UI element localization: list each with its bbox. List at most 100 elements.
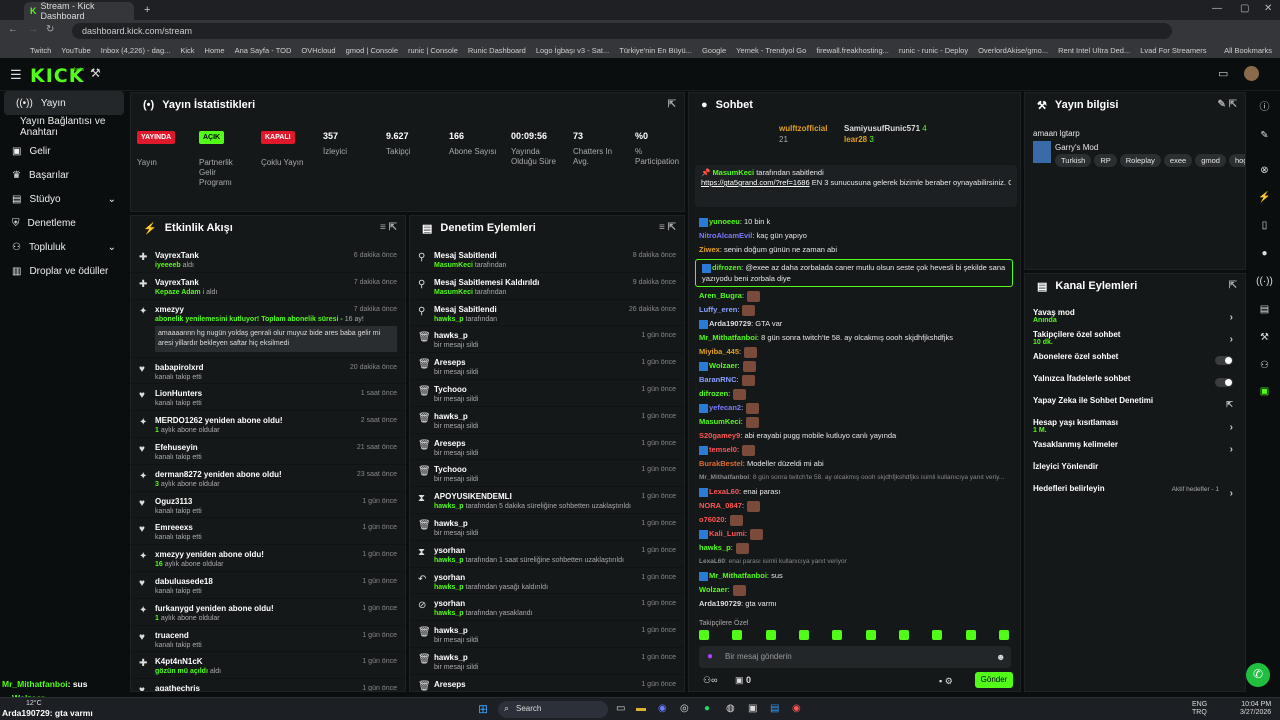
chat-username[interactable]: BaranRNC bbox=[699, 375, 737, 384]
moderation-item[interactable]: 🗑 hawks_p bir mesajı sildi 1 gün önce bbox=[410, 621, 684, 648]
bookmark[interactable]: Lvad For Streamers bbox=[1140, 46, 1206, 55]
chat-message[interactable]: o76020: bbox=[689, 513, 1019, 527]
app-icon[interactable]: ▣ bbox=[748, 703, 757, 714]
sidebar-item-community[interactable]: ⚇ Topluluk ⌄ bbox=[0, 235, 128, 259]
emote[interactable] bbox=[932, 630, 943, 640]
chat-username[interactable]: Mr_Mithatfanboi bbox=[709, 571, 767, 580]
chat-message[interactable]: BurakBestel: Modeller düzeldi mi abi bbox=[689, 457, 1019, 471]
bookmark[interactable]: gmod | Console bbox=[346, 46, 398, 55]
activity-item[interactable]: ♥ truacend kanalı takip etti 1 gün önce bbox=[131, 626, 405, 653]
activity-item[interactable]: ♥ dabuluasede18 kanalı takip etti 1 gün önc… bbox=[131, 572, 405, 599]
bookmark[interactable]: Home bbox=[205, 46, 225, 55]
all-bookmarks[interactable]: All Bookmarks bbox=[1224, 46, 1280, 55]
bookmark[interactable]: YouTube bbox=[61, 46, 90, 55]
chat-username[interactable]: Luffy_eren bbox=[699, 305, 737, 314]
popout-icon[interactable]: ⇱ bbox=[668, 99, 676, 110]
moderation-item[interactable]: 🗑 hawks_p bir mesajı sildi 1 gün önce bbox=[410, 514, 684, 541]
channel-action[interactable]: Yasaklanmış kelimeler › bbox=[1025, 440, 1245, 462]
bookmark[interactable]: Logo İgbaşı v3 - Sat... bbox=[536, 46, 609, 55]
tag[interactable]: exee bbox=[1163, 154, 1193, 167]
sidebar-item-moderation[interactable]: ⛨ Denetleme bbox=[0, 211, 128, 235]
bolt-icon[interactable]: ⚡ bbox=[1249, 192, 1280, 203]
chat-username[interactable]: yefecan2 bbox=[709, 403, 741, 412]
chat-message[interactable]: Miyiba_445: bbox=[689, 345, 1019, 359]
chat-message[interactable]: Aren_Bugra: bbox=[689, 289, 1019, 303]
users-icon[interactable]: ⚇∞ bbox=[703, 675, 717, 686]
chat-username[interactable]: Ziwex bbox=[699, 245, 720, 254]
bookmark[interactable]: Runic Dashboard bbox=[468, 46, 526, 55]
emote[interactable] bbox=[998, 630, 1009, 640]
minimize-icon[interactable]: — bbox=[1212, 3, 1222, 14]
chat-username[interactable]: BurakBestel bbox=[699, 459, 743, 468]
sidebar-item-stream[interactable]: ((•)) Yayın bbox=[4, 91, 124, 115]
chat-username[interactable]: o76020 bbox=[699, 515, 724, 524]
taskbar-search[interactable]: Search bbox=[498, 701, 608, 718]
chat-username[interactable]: NORA_0847 bbox=[699, 501, 742, 510]
wrench-icon[interactable]: ⚒ bbox=[1249, 332, 1280, 343]
chat-username[interactable]: NitroAlcamEvil bbox=[699, 231, 752, 240]
moderation-item[interactable]: ⚲ Mesaj Sabitlemesi Kaldırıldı MasumKeci t… bbox=[410, 273, 684, 300]
sidebar-item-drops[interactable]: ▥ Droplar ve ödüller bbox=[0, 259, 128, 283]
emote[interactable] bbox=[699, 630, 709, 640]
toggle-switch[interactable] bbox=[1215, 356, 1233, 365]
chat-message[interactable]: LexaL60: enai parası bbox=[689, 485, 1019, 499]
chrome-icon[interactable]: ◍ bbox=[726, 703, 735, 714]
url-input[interactable]: dashboard.kick.com/stream bbox=[72, 23, 1172, 39]
menu-icon[interactable]: ☰ bbox=[10, 67, 22, 83]
back-icon[interactable]: ← bbox=[8, 24, 18, 35]
moderation-item[interactable]: 🗑 Areseps 1 gün önce bbox=[410, 675, 684, 691]
emote[interactable] bbox=[965, 630, 976, 640]
bookmark[interactable]: Rent Intel Ultra Ded... bbox=[1058, 46, 1130, 55]
pencil-icon[interactable]: ✎ bbox=[1249, 130, 1280, 141]
forward-icon[interactable]: → bbox=[28, 24, 38, 35]
chat-username[interactable]: Kali_Lumi bbox=[709, 529, 745, 538]
chat-message[interactable]: MasumKeci: bbox=[689, 415, 1019, 429]
moderation-item[interactable]: 🗑 Areseps bir mesajı sildi 1 gün önce bbox=[410, 434, 684, 461]
activity-item[interactable]: ♥ Oguz3113 kanalı takip etti 1 gün önce bbox=[131, 492, 405, 519]
broadcast-icon[interactable]: ((·)) bbox=[1249, 276, 1280, 287]
spotify-icon[interactable]: ● bbox=[704, 703, 710, 714]
chat-username[interactable]: difrozen bbox=[712, 263, 741, 272]
new-tab-button[interactable]: + bbox=[144, 4, 150, 16]
steam-icon[interactable]: ◎ bbox=[680, 703, 689, 714]
edit-icon[interactable]: ✎ ⇱ bbox=[1217, 99, 1237, 110]
tag[interactable]: RP bbox=[1094, 154, 1117, 167]
avatar[interactable] bbox=[1244, 66, 1259, 81]
task-view-icon[interactable]: ▭ bbox=[616, 703, 625, 714]
leader-name[interactable]: SamiyusufRunic571 bbox=[844, 124, 920, 133]
leader-name[interactable]: lear28 bbox=[844, 135, 867, 144]
emote[interactable] bbox=[832, 630, 843, 640]
bookmark[interactable]: Yemek - Trendyol Go bbox=[736, 46, 806, 55]
doc-icon[interactable]: ▯ bbox=[1249, 220, 1280, 231]
send-button[interactable]: Gönder bbox=[975, 672, 1013, 688]
emoji-icon[interactable]: ☻ bbox=[996, 652, 1005, 662]
channel-action[interactable]: Yalnızca İfadelerle sohbet bbox=[1025, 374, 1245, 396]
chat-username[interactable]: Miyiba_445 bbox=[699, 347, 739, 356]
windows-start-icon[interactable]: ⊞ bbox=[478, 702, 488, 716]
moderation-item[interactable]: ↶ ysorhan hawks_p tarafından yasağı kaldır… bbox=[410, 568, 684, 595]
emote[interactable] bbox=[865, 630, 876, 640]
chat-message[interactable]: BaranRNC: bbox=[689, 373, 1019, 387]
list-icon[interactable]: ▤ bbox=[1249, 304, 1280, 315]
bookmark[interactable]: Google bbox=[702, 46, 726, 55]
chat-message[interactable]: Mr_Mithatfanboi: 8 gün sonra twitch'te 5… bbox=[689, 331, 1019, 345]
emote[interactable] bbox=[765, 630, 776, 640]
chat-message[interactable]: Ziwex: senin doğum günün ne zaman abi bbox=[689, 243, 1019, 257]
bookmark[interactable]: firewall.freakhosting... bbox=[816, 46, 889, 55]
chat-username[interactable]: yunoeeu bbox=[709, 217, 740, 226]
app-icon[interactable]: ▤ bbox=[770, 703, 779, 714]
sidebar-item-achievements[interactable]: ♛ Başarılar bbox=[0, 163, 128, 187]
chat-username[interactable]: temsel0 bbox=[709, 445, 737, 454]
moderation-item[interactable]: 🗑 Tychooo bir mesajı sildi 1 gün önce bbox=[410, 460, 684, 488]
moderation-item[interactable]: 🗑 hawks_p bir mesajı sildi 1 gün önce bbox=[410, 407, 684, 434]
chat-message[interactable]: Kali_Lumi: bbox=[689, 527, 1019, 541]
chat-username[interactable]: LexaL60 bbox=[699, 558, 725, 565]
browser-tab[interactable]: K Stream - Kick Dashboard bbox=[24, 1, 134, 21]
toggle-switch[interactable] bbox=[1215, 378, 1233, 387]
bookmark[interactable]: OverlordAkise/gmo... bbox=[978, 46, 1048, 55]
activity-item[interactable]: ✚ VayrexTank iyeeeeb aldı 6 dakika önce bbox=[131, 246, 405, 273]
activity-item[interactable]: ✦ MERDO1262 yeniden abone oldu! 1 aylık ab… bbox=[131, 411, 405, 438]
chat-bubble-icon[interactable]: ✆ bbox=[1246, 663, 1270, 687]
chat-username[interactable]: MasumKeci bbox=[699, 417, 741, 426]
close-icon[interactable]: ✕ bbox=[1264, 3, 1272, 14]
